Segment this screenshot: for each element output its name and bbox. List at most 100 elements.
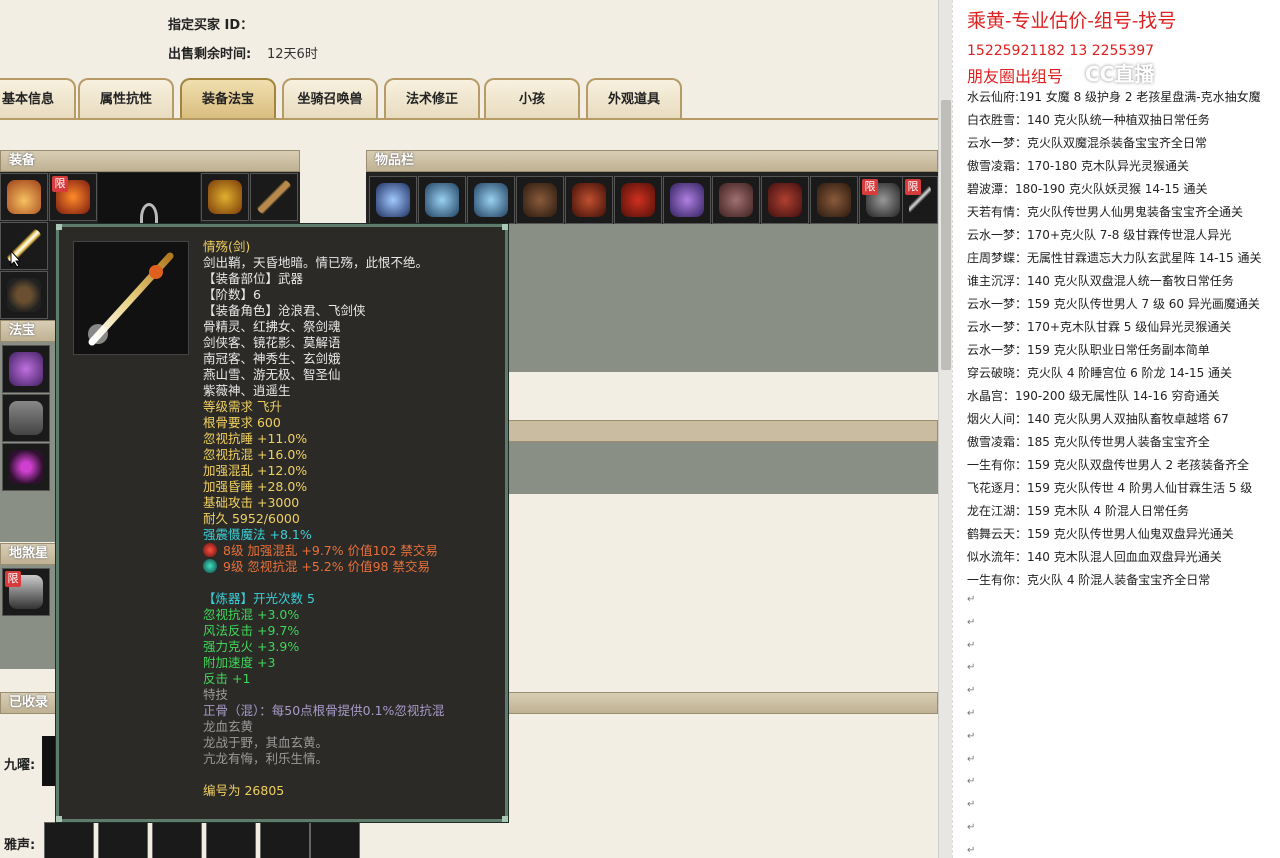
tab-appearance[interactable]: 外观道具 [586, 78, 682, 118]
notes-line: 鹤舞云天：159 克火队传世男人仙鬼双盘异光通关 [967, 527, 1234, 541]
gem-text: 9级 忽视抗混 +5.2% 价值98 禁交易 [223, 559, 430, 574]
notes-line: 烟火人间：140 克火队男人双抽队畜牧卓越塔 67 [967, 412, 1229, 426]
special-line: 正骨（混）：每50点根骨提供0.1%忽视抗混 [203, 703, 445, 718]
equip-slot-helmet[interactable] [0, 173, 48, 221]
paragraph-mark: ↵ [967, 594, 976, 605]
special-line: 龙战于野，其血玄黄。 [203, 735, 329, 750]
equip-slot-shoes[interactable] [0, 271, 48, 319]
game-panel: 指定买家 ID： 出售剩余时间: 12天6时 基本信息 属性抗性 装备法宝 坐骑… [0, 0, 938, 858]
equip-slot-necklace[interactable]: 限 [49, 173, 97, 221]
tab-basic-info[interactable]: 基本信息 [0, 78, 76, 118]
special-line: 特技 [203, 687, 229, 702]
serial-number: 编号为 26805 [203, 783, 285, 798]
tab-equipment[interactable]: 装备法宝 [180, 78, 276, 118]
inventory-item-11[interactable]: 限 [859, 176, 907, 224]
special-line: 龙血玄黄 [203, 719, 254, 734]
item-role-line: 紫薇神、逍遥生 [203, 383, 291, 398]
notes-line: 傲雪凌霜：185 克火队传世男人装备宝宝齐全 [967, 435, 1210, 449]
stat-line: 等级需求 飞升 [203, 399, 282, 414]
tab-underline [0, 118, 938, 120]
gem-text: 8级 加强混乱 +9.7% 价值102 禁交易 [223, 543, 438, 558]
notes-line: 水云仙府:191 女魔 8 级护身 2 老孩星盘满-克水抽女魔 [967, 90, 1261, 104]
inventory-item-12[interactable]: 限 [902, 176, 938, 224]
yasheng-item-2[interactable] [98, 822, 148, 858]
buyer-id-label: 指定买家 ID： [168, 18, 254, 33]
paragraph-mark: ↵ [967, 753, 976, 765]
item-name: 情殇(剑) [203, 239, 251, 254]
tab-attributes[interactable]: 属性抗性 [78, 78, 174, 118]
red-gem-icon [203, 543, 217, 557]
tab-children[interactable]: 小孩 [484, 78, 580, 118]
inventory-item-7[interactable] [663, 176, 711, 224]
notes-line: 云水一梦：170+克木队甘霖 5 级仙异光灵猴通关 [967, 320, 1232, 334]
notes-line: 云水一梦：159 克火队职业日常任务副本简单 [967, 343, 1210, 357]
inventory-item-5[interactable] [565, 176, 613, 224]
tab-bar: 基本信息 属性抗性 装备法宝 坐骑召唤兽 法术修正 小孩 外观道具 [0, 78, 938, 120]
notes-phones: 15225921182 13 2255397 [967, 43, 1155, 59]
notes-line: 碧波潭：180-190 克火队妖灵猴 14-15 通关 [967, 182, 1208, 196]
remaining-time-label: 出售剩余时间: [168, 47, 252, 62]
notes-line: 一生有你：克火队 4 阶混人装备宝宝齐全日常 [967, 573, 1211, 587]
fabao-slot-3[interactable] [2, 443, 50, 491]
inventory-section-header: 物品栏 [366, 150, 938, 172]
item-role-line: 骨精灵、红拂女、祭剑魂 [203, 319, 341, 334]
disha-slot-1[interactable]: 限 [2, 568, 50, 616]
tab-spell-mods[interactable]: 法术修正 [384, 78, 480, 118]
yasheng-item-3[interactable] [152, 822, 202, 858]
item-role-line: 南冠客、神秀生、玄剑娥 [203, 351, 341, 366]
item-description: 剑出鞘，天昏地暗。情已殇，此恨不绝。 [203, 255, 429, 270]
inventory-item-4[interactable] [516, 176, 564, 224]
inventory-item-1[interactable] [369, 176, 417, 224]
equip-slot-armor[interactable] [201, 173, 249, 221]
stat-line: 基础攻击 +3000 [203, 495, 300, 510]
inventory-item-10[interactable] [810, 176, 858, 224]
item-tier: 【阶数】6 [203, 287, 261, 302]
inventory-item-9[interactable] [761, 176, 809, 224]
stat-line: 忽视抗睡 +11.0% [203, 431, 308, 446]
notes-line: 穿云破晓：克火队 4 阶睡宫位 6 阶龙 14-15 通关 [967, 366, 1233, 380]
inventory-item-2[interactable] [418, 176, 466, 224]
limited-badge: 限 [905, 179, 921, 195]
tab-mounts[interactable]: 坐骑召唤兽 [282, 78, 378, 118]
notes-line: 天若有情：克火队传世男人仙男鬼装备宝宝齐全通关 [967, 205, 1244, 219]
fabao-slot-1[interactable] [2, 345, 50, 393]
scrollbar[interactable] [938, 0, 952, 858]
notes-subtitle: 朋友圈出组号 [967, 67, 1064, 86]
yasheng-item-6[interactable] [310, 822, 360, 858]
inventory-item-3[interactable] [467, 176, 515, 224]
inventory-item-6[interactable] [614, 176, 662, 224]
notes-line: 谁主沉浮：140 克火队双盘混人统一畜牧日常任务 [967, 274, 1234, 288]
scrollbar-thumb[interactable] [941, 100, 951, 370]
paragraph-mark: ↵ [967, 616, 976, 628]
tooltip-text: 情殇(剑) 剑出鞘，天昏地暗。情已殇，此恨不绝。 【装备部位】武器 【阶数】6 … [203, 239, 503, 799]
inventory-item-8[interactable] [712, 176, 760, 224]
gem-line: 8级 加强混乱 +9.7% 价值102 禁交易 [203, 543, 503, 559]
stat-line: 加强昏睡 +28.0% [203, 479, 308, 494]
yasheng-label: 雅声: [4, 838, 36, 853]
yasheng-item-1[interactable] [44, 822, 94, 858]
equip-slot-belt[interactable] [250, 173, 298, 221]
item-role-line: 燕山雪、游无极、智圣仙 [203, 367, 341, 382]
special-line: 亢龙有悔，利乐生情。 [203, 751, 329, 766]
notes-line: 白衣胜雪：140 克火队统一种植双抽日常任务 [967, 113, 1210, 127]
equip-slot-weapon[interactable] [0, 222, 48, 270]
notes-line: 云水一梦：170+克火队 7-8 级甘霖传世混人异光 [967, 228, 1232, 242]
notes-line: 似水流年：140 克木队混人回血血双盘异光通关 [967, 550, 1222, 564]
yasheng-item-5[interactable] [260, 822, 310, 858]
teal-gem-icon [203, 559, 217, 573]
jiuyao-label: 九曜: [4, 758, 36, 773]
watermark-logo: CC直播 [1085, 62, 1155, 86]
yasheng-item-4[interactable] [206, 822, 256, 858]
sword-image [73, 241, 189, 355]
tooltip-corner [502, 224, 508, 230]
tooltip-corner [502, 816, 508, 822]
notes-panel: 乘黄-专业估价-组号-找号 15225921182 13 2255397 朋友圈… [952, 0, 1280, 858]
fabao-section-header: 法宝 [0, 320, 58, 342]
fabao-slot-2[interactable] [2, 394, 50, 442]
refine-stat: 附加速度 +3 [203, 655, 276, 670]
notes-line: 龙在江湖：159 克木队 4 阶混人日常任务 [967, 504, 1189, 518]
tooltip-corner [56, 816, 62, 822]
paragraph-mark: ↵ [967, 822, 976, 833]
notes-line: 云水一梦：159 克火队传世男人 7 级 60 异光画魔通关 [967, 297, 1260, 311]
